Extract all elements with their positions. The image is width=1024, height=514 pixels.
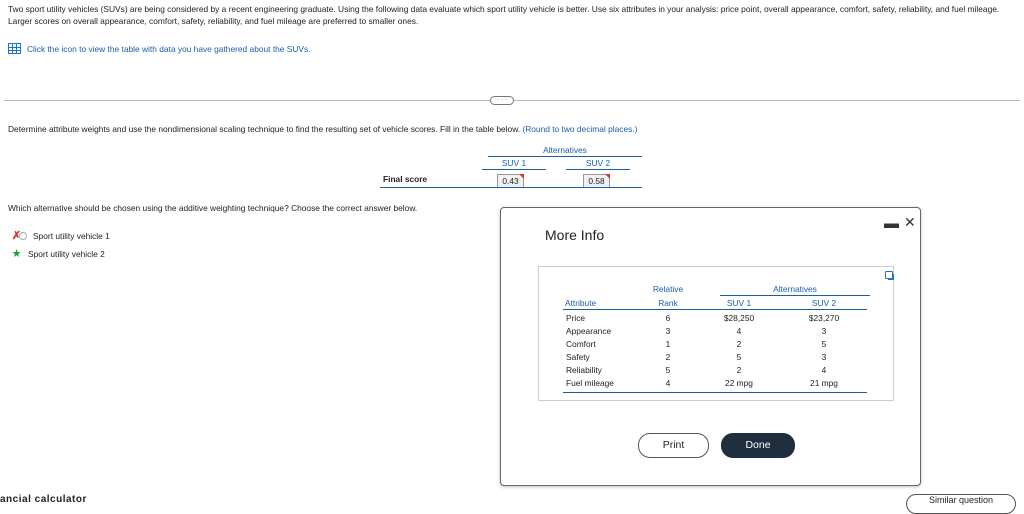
- attribute-cell: Appearance: [566, 326, 612, 336]
- part1-instruction: Determine attribute weights and use the …: [8, 124, 637, 134]
- table-icon[interactable]: [8, 43, 21, 54]
- table-row: Safety 2 5 3: [539, 352, 895, 365]
- suv1-cell: 5: [736, 352, 742, 362]
- suv1-final-score-input[interactable]: 0.43: [497, 174, 524, 188]
- suv1-cell: 22 mpg: [725, 378, 753, 388]
- suv2-cell: 4: [821, 365, 827, 375]
- suv2-header: SUV 2: [811, 298, 837, 308]
- alternatives-header: Alternatives: [773, 284, 817, 294]
- attribute-cell: Fuel mileage: [566, 378, 614, 388]
- suv2-cell: 3: [821, 352, 827, 362]
- suv1-cell: 2: [736, 365, 742, 375]
- radio-button[interactable]: [19, 231, 27, 240]
- suv2-cell: 3: [821, 326, 827, 336]
- relative-header: Relative: [652, 284, 684, 294]
- option-suv1[interactable]: ✗ Sport utility vehicle 1: [10, 229, 110, 242]
- more-info-dialog: More Info ▬ ✕ Relative Alternatives Attr…: [500, 207, 921, 486]
- done-button[interactable]: Done: [721, 433, 795, 458]
- table-rule: [380, 187, 642, 188]
- rank-cell: 3: [665, 326, 671, 336]
- suv2-cell: $23,270: [808, 313, 840, 323]
- info-table-body: Price 6 $28,250 $23,270 Appearance 3 4 3…: [539, 313, 895, 391]
- table-row: Appearance 3 4 3: [539, 326, 895, 339]
- question-text: Two sport utility vehicles (SUVs) are be…: [8, 4, 1000, 26]
- dialog-title: More Info: [545, 227, 605, 243]
- part2-question: Which alternative should be chosen using…: [8, 203, 418, 213]
- expand-button[interactable]: · · ·: [490, 96, 514, 105]
- attribute-cell: Reliability: [566, 365, 602, 375]
- instruction-text: Determine attribute weights and use the …: [8, 124, 521, 134]
- suv1-header: SUV 1: [726, 298, 752, 308]
- data-table-link-label[interactable]: Click the icon to view the table with da…: [27, 44, 311, 54]
- alternatives-rule: [720, 295, 870, 296]
- attribute-cell: Safety: [566, 352, 590, 362]
- table-row: Reliability 5 2 4: [539, 365, 895, 378]
- copy-icon[interactable]: [885, 271, 894, 280]
- final-score-label: Final score: [383, 174, 428, 184]
- close-icon[interactable]: ✕: [904, 214, 916, 231]
- suv1-cell: 4: [736, 326, 742, 336]
- header-rule: [563, 309, 867, 310]
- table-row: Price 6 $28,250 $23,270: [539, 313, 895, 326]
- rank-cell: 4: [665, 378, 671, 388]
- suv1-column-header: SUV 1: [482, 158, 546, 170]
- rank-cell: 5: [665, 365, 671, 375]
- option-label[interactable]: Sport utility vehicle 1: [33, 231, 110, 241]
- correct-star-icon: ★: [11, 248, 22, 260]
- suv1-cell: $28,250: [723, 313, 755, 323]
- table-row: Comfort 1 2 5: [539, 339, 895, 352]
- footer-rule: [563, 392, 867, 393]
- rank-cell: 2: [665, 352, 671, 362]
- table-row: Fuel mileage 4 22 mpg 21 mpg: [539, 378, 895, 391]
- alternatives-header: Alternatives: [488, 145, 642, 157]
- rounding-hint: (Round to two decimal places.): [522, 124, 638, 134]
- option-label[interactable]: Sport utility vehicle 2: [28, 249, 105, 259]
- attribute-header: Attribute: [565, 298, 597, 308]
- similar-question-button[interactable]: Similar question: [906, 494, 1016, 514]
- suv2-final-score-input[interactable]: 0.58: [583, 174, 610, 188]
- info-table-panel: Relative Alternatives Attribute Rank SUV…: [538, 266, 894, 401]
- attribute-cell: Comfort: [566, 339, 596, 349]
- financial-calculator-tab[interactable]: ancial calculator: [0, 494, 87, 505]
- minimize-icon[interactable]: ▬: [884, 215, 899, 232]
- suv1-cell: 2: [736, 339, 742, 349]
- option-suv2[interactable]: ★ Sport utility vehicle 2: [10, 247, 105, 260]
- rank-header: Rank: [658, 298, 678, 308]
- suv2-cell: 5: [821, 339, 827, 349]
- suv2-cell: 21 mpg: [810, 378, 838, 388]
- suv2-column-header: SUV 2: [566, 158, 630, 170]
- data-table-link[interactable]: Click the icon to view the table with da…: [8, 43, 311, 54]
- rank-cell: 1: [665, 339, 671, 349]
- attribute-cell: Price: [566, 313, 586, 323]
- rank-cell: 6: [665, 313, 671, 323]
- print-button[interactable]: Print: [638, 433, 709, 458]
